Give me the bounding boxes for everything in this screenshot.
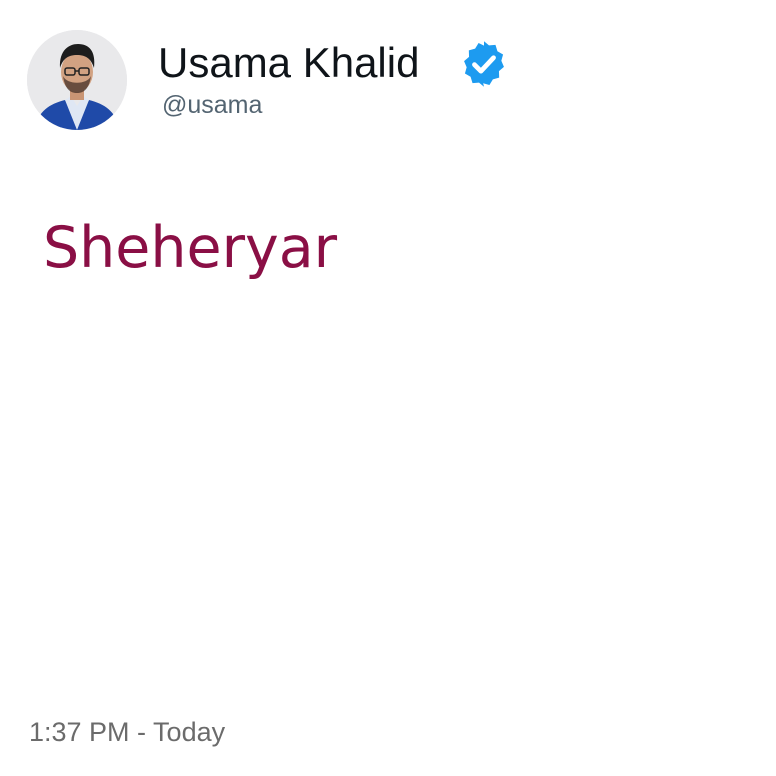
tweet-timestamp[interactable]: 1:37 PM - Today	[29, 716, 225, 748]
user-handle[interactable]: @usama	[162, 90, 262, 120]
tweet-text: Sheheryar	[43, 215, 338, 281]
display-name[interactable]: Usama Khalid	[158, 38, 419, 88]
verified-badge-icon	[458, 38, 510, 90]
avatar-photo-icon	[27, 30, 127, 130]
avatar[interactable]	[27, 30, 127, 130]
